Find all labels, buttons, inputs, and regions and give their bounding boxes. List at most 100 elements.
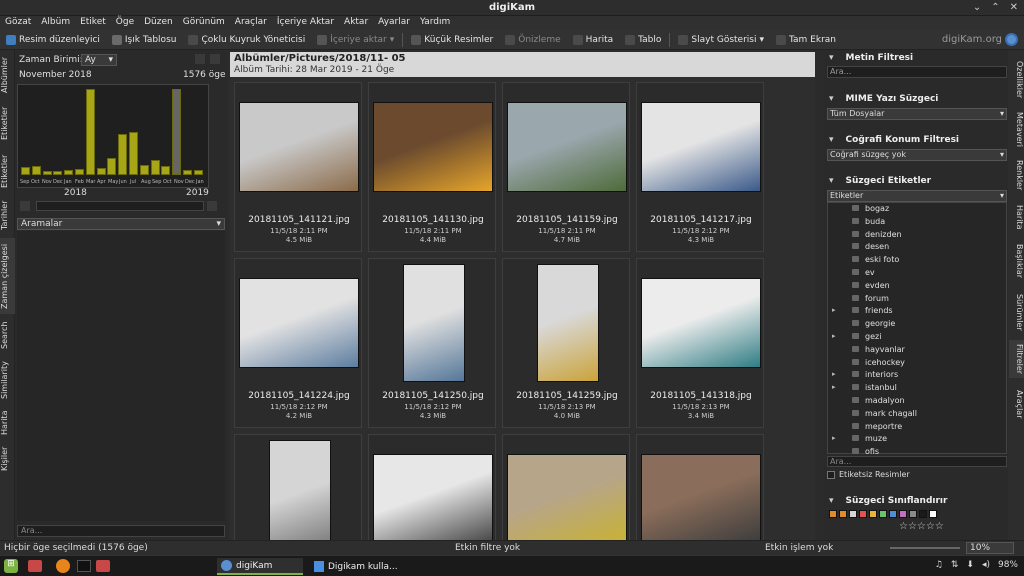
thumbnail-item[interactable]: 20181105_141159.jpg 11/5/18 2:11 PM 4.7 Mi… — [502, 82, 630, 252]
expand-arrow-icon[interactable]: ▸ — [832, 383, 836, 391]
tag-filter-header[interactable]: Süzgeci Etiketler — [829, 176, 932, 186]
tag-item[interactable]: bogaz — [852, 204, 889, 213]
tab-albums[interactable]: Albümler — [0, 54, 15, 96]
expand-arrow-icon[interactable]: ▸ — [832, 332, 836, 340]
tab-search[interactable]: Search — [0, 318, 15, 352]
color-label-swatch[interactable] — [829, 510, 837, 518]
thumbnail-item[interactable]: 20181105_141121.jpg 11/5/18 2:11 PM 4.5 Mi… — [234, 82, 362, 252]
menu-item-araclar[interactable]: Araçlar — [230, 16, 272, 30]
panel-splitter[interactable] — [815, 50, 823, 540]
tab-colors[interactable]: Renkler — [1009, 158, 1024, 192]
histogram-bar[interactable] — [107, 157, 117, 175]
menu-item-duzen[interactable]: Düzen — [139, 16, 178, 30]
untagged-checkbox-row[interactable]: Etiketsiz Resimler — [827, 470, 910, 479]
tab-versions[interactable]: Sürümler — [1009, 290, 1024, 334]
tab-dates[interactable]: Tarihler — [0, 196, 15, 234]
histogram-bar[interactable] — [53, 170, 63, 175]
tab-labels[interactable]: Etiketler — [0, 100, 15, 146]
timeline-search-input[interactable]: Ara... — [17, 525, 225, 537]
histogram-bar[interactable] — [31, 166, 41, 175]
tag-item[interactable]: hayvanlar — [852, 345, 905, 354]
tag-item[interactable]: friends — [852, 306, 893, 315]
folder-icon[interactable] — [28, 560, 42, 572]
color-label-swatch[interactable] — [879, 510, 887, 518]
tag-item[interactable]: ev — [852, 268, 875, 277]
thumbnail-image[interactable] — [373, 102, 493, 192]
tag-item[interactable]: georgie — [852, 319, 895, 328]
thumbnail-item[interactable]: 20181105_141224.jpg 11/5/18 2:12 PM 4.2 Mi… — [234, 258, 362, 428]
menu-item-ayarlar[interactable]: Ayarlar — [373, 16, 415, 30]
import-button[interactable]: İçeriye aktar ▾ — [311, 31, 400, 49]
time-unit-select[interactable]: Ay ▾ — [81, 54, 117, 66]
scroll-left-button[interactable] — [20, 201, 30, 211]
histogram-bar[interactable] — [42, 170, 52, 175]
untagged-checkbox[interactable] — [827, 470, 835, 479]
thumbnail-image[interactable] — [641, 454, 761, 540]
battery-level[interactable]: 98% — [998, 560, 1018, 570]
menu-item-etiket[interactable]: Etiket — [75, 16, 111, 30]
expand-arrow-icon[interactable]: ▸ — [832, 306, 836, 314]
scale-linear-icon[interactable] — [195, 54, 205, 64]
tag-root-dropdown[interactable]: Etiketler ▾ — [827, 190, 1007, 202]
zoom-level[interactable]: 10% — [966, 542, 1014, 554]
firefox-icon[interactable] — [56, 559, 70, 573]
histogram-bar[interactable] — [75, 168, 84, 175]
tag-item[interactable]: buda — [852, 217, 885, 226]
tag-item[interactable]: madalyon — [852, 396, 905, 405]
files-icon[interactable] — [96, 560, 110, 572]
taskbar-document[interactable]: Digikam kulla... — [310, 558, 402, 575]
histogram-bar[interactable] — [96, 168, 106, 175]
minimize-icon[interactable]: ⌄ — [973, 2, 981, 13]
thumbnail-item[interactable]: 20181105_141259.jpg 11/5/18 2:13 PM 4.0 Mi… — [502, 258, 630, 428]
scroll-right-button[interactable] — [207, 201, 217, 211]
expand-arrow-icon[interactable]: ▸ — [832, 434, 836, 442]
scale-log-icon[interactable] — [210, 54, 220, 64]
table-button[interactable]: Tablo — [619, 31, 667, 49]
menu-item-gorunum[interactable]: Görünüm — [178, 16, 230, 30]
menu-icon[interactable]: ⊞ — [4, 559, 18, 573]
geo-filter-select[interactable]: Coğrafi süzgeç yok ▾ — [827, 149, 1007, 161]
download-icon[interactable]: ⬇ — [966, 560, 974, 570]
color-label-swatch[interactable] — [839, 510, 847, 518]
music-icon[interactable]: ♫ — [935, 560, 943, 570]
text-filter-header[interactable]: Metin Filtresi — [829, 53, 914, 63]
rating-filter-header[interactable]: Süzgeci Sınıflandırır — [829, 496, 948, 506]
histogram-bar[interactable] — [129, 132, 138, 175]
thumbnail-image[interactable] — [507, 454, 627, 540]
tab-people[interactable]: Kişiler — [0, 442, 15, 476]
tab-tools[interactable]: Araçlar — [1009, 386, 1024, 422]
tab-properties[interactable]: Özellikler — [1009, 56, 1024, 104]
expand-arrow-icon[interactable]: ▸ — [832, 370, 836, 378]
timeline-histogram[interactable]: Sep Oct Nov Dec Jan Feb Mar Apr May Jun Jul Aug Sep O… — [17, 84, 209, 198]
tag-item[interactable]: interiors — [852, 370, 898, 379]
zoom-slider[interactable] — [890, 547, 960, 549]
geo-filter-header[interactable]: Coğrafi Konum Filtresi — [829, 135, 959, 145]
tag-item[interactable]: meportre — [852, 422, 902, 431]
terminal-icon[interactable] — [77, 560, 91, 572]
thumbnail-item[interactable] — [368, 434, 496, 540]
menu-item-album[interactable]: Albüm — [36, 16, 75, 30]
fullscreen-button[interactable]: Tam Ekran — [770, 31, 842, 49]
tag-item[interactable]: ofis — [852, 447, 879, 456]
image-editor-button[interactable]: Resim düzenleyici — [0, 31, 106, 49]
preview-button[interactable]: Önizleme — [499, 31, 566, 49]
histogram-bar[interactable] — [183, 169, 192, 175]
slideshow-button[interactable]: Slayt Gösterisi ▾ — [672, 31, 770, 49]
menu-item-iceriye-aktar[interactable]: İçeriye Aktar — [272, 16, 339, 30]
menu-item-oge[interactable]: Öge — [111, 16, 139, 30]
thumbnail-image[interactable] — [373, 454, 493, 540]
mime-filter-select[interactable]: Tüm Dosyalar ▾ — [827, 108, 1007, 120]
tab-metadata[interactable]: Metaveri — [1009, 110, 1024, 150]
histogram-bar[interactable] — [85, 89, 95, 175]
thumbnail-image[interactable] — [641, 278, 761, 368]
thumbnail-item[interactable]: 20181105_141130.jpg 11/5/18 2:11 PM 4.4 Mi… — [368, 82, 496, 252]
tab-tags[interactable]: Etiketler — [0, 150, 15, 192]
thumbnail-image[interactable] — [239, 278, 359, 368]
tag-item[interactable]: gezi — [852, 332, 881, 341]
thumbnail-image[interactable] — [641, 102, 761, 192]
maximize-icon[interactable]: ⌃ — [991, 2, 999, 13]
text-filter-input[interactable]: Ara... — [827, 66, 1007, 78]
histogram-bar[interactable] — [193, 169, 203, 175]
tag-item[interactable]: denizden — [852, 230, 902, 239]
thumbnail-item[interactable]: 20181105_141250.jpg 11/5/18 2:12 PM 4.3 Mi… — [368, 258, 496, 428]
